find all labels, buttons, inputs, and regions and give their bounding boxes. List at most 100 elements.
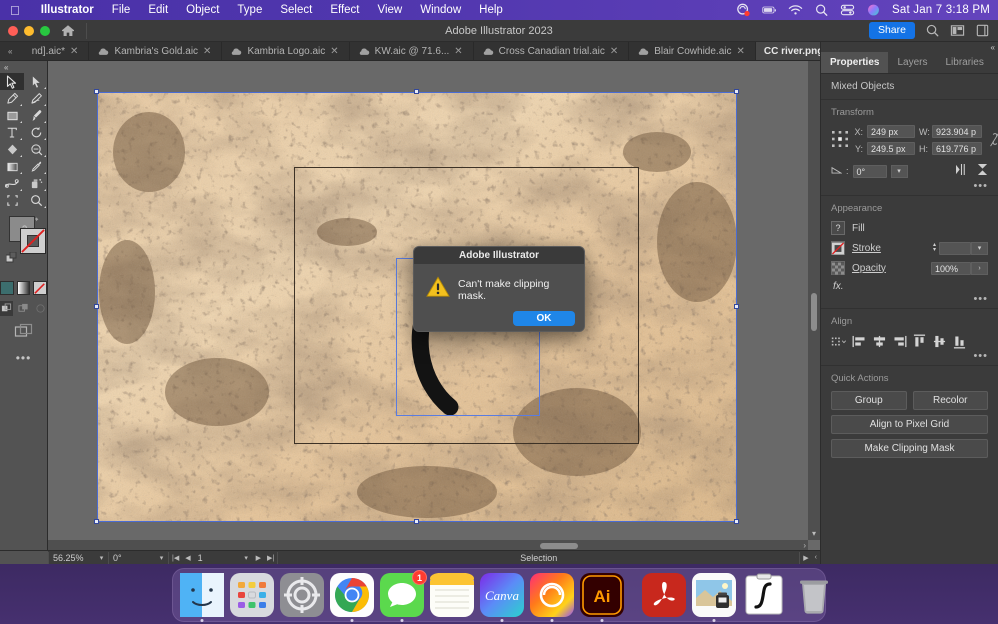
constrain-proportions-icon[interactable] [989, 131, 998, 147]
selection-handle-tr[interactable] [734, 89, 739, 94]
artboard-tool[interactable] [0, 192, 24, 209]
document-tab[interactable]: Cross Canadian trial.aic ✕ [474, 42, 630, 60]
opacity-options-icon[interactable]: › [971, 261, 988, 275]
dock-item-creative-cloud[interactable] [530, 573, 574, 622]
align-bottom-icon[interactable] [951, 334, 967, 349]
selection-handle-br[interactable] [734, 519, 739, 524]
tab-properties[interactable]: Properties [821, 52, 889, 73]
menu-item-effect[interactable]: Effect [321, 4, 368, 16]
document-tab[interactable]: Kambria Logo.aic ✕ [222, 42, 350, 60]
status-tool-label[interactable]: Selection [278, 553, 799, 563]
dock-item-adobe-illustrator[interactable]: Ai [580, 573, 624, 622]
draw-inside-button[interactable] [34, 301, 47, 316]
selection-handle-tc[interactable] [414, 89, 419, 94]
align-to-selection-icon[interactable] [831, 334, 847, 349]
menu-item-object[interactable]: Object [177, 4, 228, 16]
search-icon[interactable] [925, 23, 940, 38]
draw-behind-button[interactable] [17, 301, 30, 316]
group-button[interactable]: Group [831, 391, 907, 410]
rotate-dropdown-icon[interactable]: ▾ [155, 554, 168, 562]
stroke-weight-stepper[interactable]: ▴ ▾ [930, 242, 939, 255]
close-tab-icon[interactable]: ✕ [454, 46, 462, 57]
y-input[interactable]: 249.5 px [867, 142, 915, 155]
vertical-scrollbar-thumb[interactable] [811, 293, 817, 331]
last-artboard-icon[interactable]: ▶| [264, 554, 277, 562]
selection-handle-mr[interactable] [734, 304, 739, 309]
home-icon[interactable] [60, 23, 76, 39]
zoom-tool[interactable] [24, 192, 48, 209]
rotate-angle-dropdown-icon[interactable]: ▾ [890, 164, 908, 178]
stroke-weight-input[interactable] [939, 241, 971, 255]
selection-handle-bl[interactable] [94, 519, 99, 524]
align-to-pixel-grid-button[interactable]: Align to Pixel Grid [831, 415, 988, 434]
curvature-tool[interactable] [24, 90, 48, 107]
dock-item-notes[interactable] [430, 573, 474, 617]
vertical-scrollbar[interactable]: ▾ [808, 61, 820, 540]
toolbar-collapse-icon[interactable]: « [0, 61, 47, 73]
artboard-dropdown-icon[interactable]: ▾ [240, 554, 253, 562]
default-fill-stroke-icon[interactable] [5, 251, 18, 263]
align-more-icon[interactable]: ••• [831, 349, 988, 362]
none-mode-button[interactable] [33, 281, 47, 295]
selection-handle-tl[interactable] [94, 89, 99, 94]
menu-item-edit[interactable]: Edit [139, 4, 177, 16]
properties-collapse-icon[interactable]: « [821, 42, 998, 52]
dock-item-canva[interactable]: Canva [480, 573, 524, 622]
recolor-button[interactable]: Recolor [912, 391, 988, 410]
opacity-input[interactable]: 100% [931, 261, 971, 275]
maximize-window-button[interactable] [40, 25, 50, 36]
make-clipping-mask-button[interactable]: Make Clipping Mask [831, 439, 988, 458]
rectangle-tool[interactable] [0, 107, 24, 124]
dock-item-trash[interactable] [792, 573, 836, 617]
battery-icon[interactable] [762, 3, 777, 17]
close-tab-icon[interactable]: ✕ [330, 46, 338, 57]
dock-item-finder[interactable] [180, 573, 224, 622]
direct-selection-tool[interactable] [24, 73, 48, 90]
rotate-view-input[interactable]: 0° [109, 553, 155, 563]
workspace-switcher-icon[interactable] [975, 23, 990, 38]
apple-menu-icon[interactable]:  [10, 4, 20, 17]
status-resize-icon[interactable]: ‹ [812, 554, 820, 561]
align-left-icon[interactable] [851, 334, 867, 349]
align-top-icon[interactable] [911, 334, 927, 349]
close-tab-icon[interactable]: ✕ [203, 46, 211, 57]
flip-vertical-icon[interactable] [977, 163, 988, 179]
align-horizontal-center-icon[interactable] [871, 334, 887, 349]
scroll-down-icon[interactable]: ▾ [808, 529, 820, 538]
flip-horizontal-icon[interactable] [955, 164, 968, 178]
zoom-dropdown-icon[interactable]: ▾ [95, 554, 108, 562]
menu-item-view[interactable]: View [369, 4, 412, 16]
fill-swatch-button[interactable]: ? [831, 221, 845, 235]
pen-tool[interactable] [0, 90, 24, 107]
rotate-angle-input[interactable]: 0° [852, 164, 887, 178]
dock-item-launchpad[interactable] [230, 573, 274, 617]
horizontal-scrollbar-thumb[interactable] [540, 543, 578, 549]
document-tab[interactable]: Blair Cowhide.aic ✕ [629, 42, 756, 60]
shape-builder-tool[interactable] [0, 141, 24, 158]
wifi-icon[interactable] [788, 3, 803, 17]
close-tab-icon[interactable]: ✕ [70, 46, 78, 57]
close-tab-icon[interactable]: ✕ [610, 46, 618, 57]
paintbrush-tool[interactable] [24, 107, 48, 124]
control-center-icon[interactable] [840, 3, 855, 17]
panel-collapse-left-icon[interactable]: « [0, 42, 24, 60]
dock-item-adobe-acrobat[interactable] [642, 573, 686, 617]
gradient-mode-button[interactable] [16, 281, 30, 295]
draw-normal-button[interactable] [0, 301, 13, 316]
menubar-clock[interactable]: Sat Jan 7 3:18 PM [892, 4, 990, 16]
menu-item-file[interactable]: File [103, 4, 140, 16]
free-transform-tool[interactable] [24, 141, 48, 158]
menu-item-illustrator[interactable]: Illustrator [32, 4, 103, 16]
menu-item-type[interactable]: Type [228, 4, 271, 16]
height-input[interactable]: 619.776 p [932, 142, 982, 155]
siri-icon[interactable] [866, 3, 881, 17]
type-tool[interactable] [0, 124, 24, 141]
spotlight-search-icon[interactable] [814, 3, 829, 17]
gradient-tool[interactable] [0, 158, 24, 175]
document-tab[interactable]: KW.aic @ 71.6... ✕ [350, 42, 474, 60]
toolbar-more-icon[interactable]: ••• [0, 352, 47, 364]
dock-item-google-chrome[interactable] [330, 573, 374, 622]
dock-item-preview[interactable] [692, 573, 736, 622]
stroke-weight-dropdown-icon[interactable]: ▾ [971, 241, 988, 255]
dock-item-notability[interactable] [742, 573, 786, 617]
